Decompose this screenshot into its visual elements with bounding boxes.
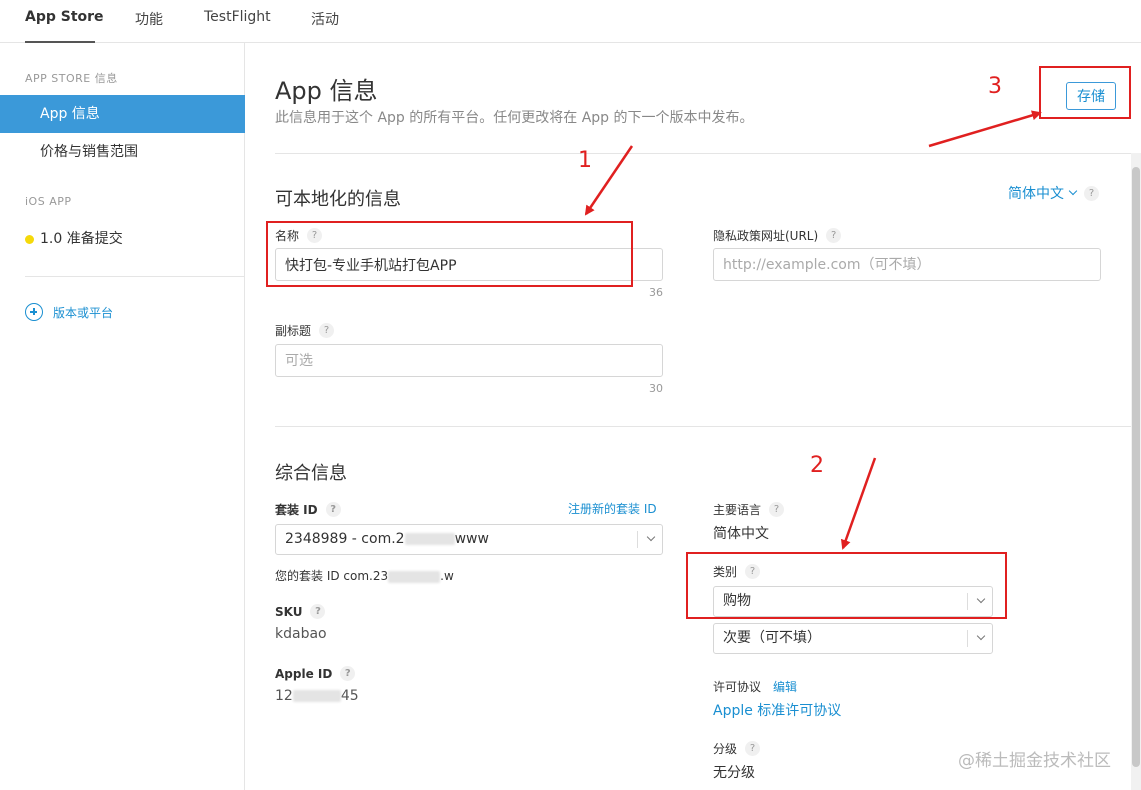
sidebar-item-version[interactable]: 1.0 准备提交 bbox=[0, 220, 245, 258]
annotation-box-name bbox=[266, 221, 633, 287]
help-icon[interactable]: ? bbox=[745, 741, 761, 756]
sidebar-section-ios: iOS APP bbox=[25, 195, 72, 208]
localizable-section-title: 可本地化的信息 bbox=[275, 189, 401, 210]
secondary-category-select[interactable]: 次要（可不填） bbox=[713, 623, 993, 654]
add-version-platform-button[interactable]: 版本或平台 bbox=[25, 301, 113, 323]
help-icon[interactable]: ? bbox=[325, 502, 341, 517]
sku-value: kdabao bbox=[275, 626, 327, 642]
bundle-id-note: 您的套装 ID com.23 .w bbox=[275, 567, 454, 584]
version-label: 1.0 准备提交 bbox=[40, 231, 123, 247]
secondary-category-value: 次要（可不填） bbox=[723, 630, 821, 646]
license-edit-link[interactable]: 编辑 bbox=[773, 678, 797, 695]
redacted-text bbox=[388, 570, 441, 583]
tab-features[interactable]: 功能 bbox=[135, 9, 163, 29]
sku-label-wrap: SKU ? bbox=[275, 604, 326, 619]
top-navigation: App Store 功能 TestFlight 活动 bbox=[0, 0, 1141, 43]
divider-middle bbox=[275, 426, 1131, 427]
privacy-url-input[interactable] bbox=[713, 248, 1101, 281]
redacted-text bbox=[292, 690, 341, 702]
apple-id-start: 12 bbox=[275, 688, 293, 704]
privacy-label-wrap: 隐私政策网址(URL) ? bbox=[713, 227, 842, 244]
select-separator bbox=[637, 531, 638, 548]
help-icon[interactable]: ? bbox=[1084, 185, 1099, 201]
license-agreement-link[interactable]: Apple 标准许可协议 bbox=[713, 700, 841, 720]
rating-label: 分级 bbox=[713, 742, 738, 756]
subtitle-label-wrap: 副标题 ? bbox=[275, 322, 335, 339]
apple-id-label: Apple ID bbox=[275, 666, 333, 681]
chevron-down-icon bbox=[976, 631, 986, 641]
help-icon[interactable]: ? bbox=[310, 604, 326, 619]
sidebar: APP STORE 信息 App 信息 价格与销售范围 iOS APP 1.0 … bbox=[0, 43, 245, 790]
bundle-id-select[interactable]: 2348989 - com.2 www bbox=[275, 524, 663, 555]
primary-language-value: 简体中文 bbox=[713, 526, 769, 542]
page-subtitle: 此信息用于这个 App 的所有平台。任何更改将在 App 的下一个版本中发布。 bbox=[275, 110, 754, 126]
rating-value: 无分级 bbox=[713, 765, 755, 781]
page-title: App 信息 bbox=[275, 77, 378, 105]
help-icon[interactable]: ? bbox=[319, 323, 335, 338]
add-platform-label: 版本或平台 bbox=[53, 305, 114, 320]
help-icon[interactable]: ? bbox=[340, 666, 356, 681]
subtitle-input[interactable] bbox=[275, 344, 663, 377]
bundle-id-label: 套装 ID bbox=[275, 503, 318, 517]
sidebar-section-app-store: APP STORE 信息 bbox=[25, 72, 118, 85]
plus-circle-icon bbox=[25, 303, 43, 321]
sidebar-divider bbox=[25, 276, 245, 277]
subtitle-char-counter: 30 bbox=[649, 382, 663, 395]
apple-id-label-wrap: Apple ID ? bbox=[275, 666, 356, 681]
status-dot-icon bbox=[25, 235, 34, 244]
tab-app-store[interactable]: App Store bbox=[25, 9, 104, 25]
name-char-counter: 36 bbox=[649, 286, 663, 299]
subtitle-field-label: 副标题 bbox=[275, 324, 312, 338]
bundle-note-end: .w bbox=[440, 569, 454, 583]
bundle-note-start: 您的套装 ID com.23 bbox=[275, 569, 389, 583]
privacy-label: 隐私政策网址(URL) bbox=[713, 229, 819, 243]
bundle-value-end: www bbox=[454, 531, 489, 547]
sku-label: SKU bbox=[275, 604, 303, 619]
tab-testflight[interactable]: TestFlight bbox=[204, 9, 271, 25]
annotation-number-2: 2 bbox=[810, 453, 824, 478]
register-bundle-id-link[interactable]: 注册新的套装 ID bbox=[568, 500, 657, 517]
chevron-down-icon bbox=[1068, 186, 1078, 196]
tab-activity[interactable]: 活动 bbox=[311, 9, 339, 29]
bundle-label-wrap: 套装 ID ? bbox=[275, 501, 341, 518]
annotation-number-1: 1 bbox=[578, 148, 592, 173]
apple-id-value: 12 45 bbox=[275, 688, 359, 704]
sidebar-item-pricing[interactable]: 价格与销售范围 bbox=[0, 133, 245, 171]
language-label: 简体中文 bbox=[1008, 186, 1064, 202]
apple-id-end: 45 bbox=[340, 688, 359, 704]
license-label: 许可协议 bbox=[713, 680, 762, 694]
annotation-box-save bbox=[1039, 66, 1131, 119]
watermark: @稀土掘金技术社区 bbox=[958, 751, 1111, 771]
rating-label-wrap: 分级 ? bbox=[713, 740, 761, 757]
chevron-down-icon bbox=[646, 532, 656, 542]
primary-lang-label-wrap: 主要语言 ? bbox=[713, 501, 785, 518]
divider-top bbox=[275, 153, 1131, 154]
general-section-title: 综合信息 bbox=[275, 463, 347, 484]
language-selector[interactable]: 简体中文 ? bbox=[1008, 183, 1099, 203]
primary-language-label: 主要语言 bbox=[713, 503, 762, 517]
annotation-box-category bbox=[686, 552, 1007, 619]
annotation-number-3: 3 bbox=[988, 74, 1002, 99]
select-separator bbox=[967, 630, 968, 647]
scrollbar-thumb[interactable] bbox=[1132, 167, 1140, 767]
license-label-wrap: 许可协议 编辑 bbox=[713, 678, 797, 695]
help-icon[interactable]: ? bbox=[769, 502, 785, 517]
help-icon[interactable]: ? bbox=[826, 228, 842, 243]
redacted-text bbox=[404, 533, 455, 545]
sidebar-item-app-info[interactable]: App 信息 bbox=[0, 95, 245, 133]
main-content: App 信息 此信息用于这个 App 的所有平台。任何更改将在 App 的下一个… bbox=[245, 43, 1141, 790]
bundle-value-start: 2348989 - com.2 bbox=[285, 531, 405, 547]
